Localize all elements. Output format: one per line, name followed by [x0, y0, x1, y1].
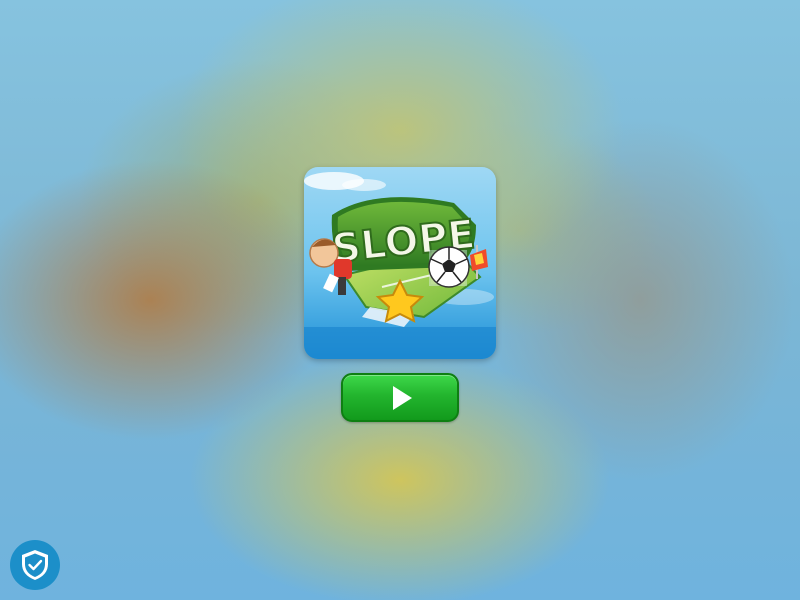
game-thumbnail[interactable]: SLOPE	[304, 167, 496, 359]
game-launch-screen: SLOPE	[0, 0, 800, 600]
privacy-shield-button[interactable]	[10, 540, 60, 590]
shield-check-icon	[22, 550, 48, 580]
play-button[interactable]	[341, 373, 459, 422]
game-thumbnail-art: SLOPE	[304, 167, 496, 359]
play-icon	[392, 385, 412, 410]
